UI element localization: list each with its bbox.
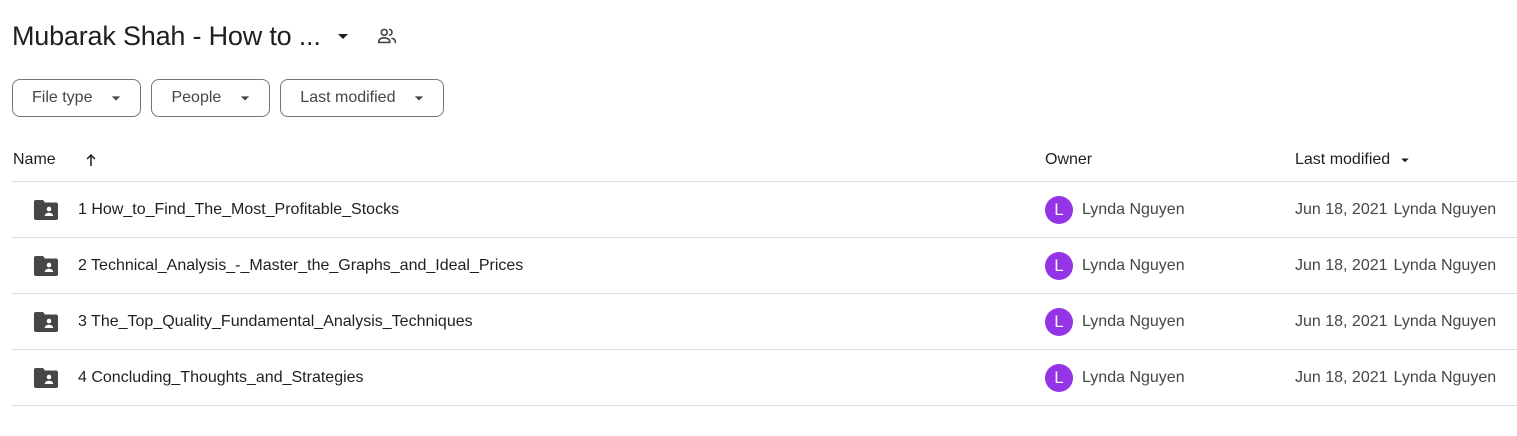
last-modified-cell: Jun 18, 2021 Lynda Nguyen (1295, 350, 1496, 405)
shared-folder-icon (34, 368, 58, 388)
owner-cell: L Lynda Nguyen (1045, 294, 1185, 349)
arrow-drop-down-icon (235, 88, 255, 108)
shared-folder-icon (34, 200, 58, 220)
avatar: L (1045, 307, 1073, 336)
chip-label: People (171, 89, 222, 106)
owner-cell: L Lynda Nguyen (1045, 238, 1185, 293)
last-modified-filter-chip[interactable]: Last modified (280, 79, 445, 117)
owner-column-header[interactable]: Owner (1045, 138, 1092, 181)
name-column-header[interactable]: Name (13, 138, 56, 181)
modified-by: Lynda Nguyen (1393, 368, 1497, 386)
shared-folder-icon (34, 256, 58, 276)
filter-chips: File type People Last modified (12, 79, 445, 117)
file-name: 4 Concluding_Thoughts_and_Strategies (78, 368, 364, 386)
table-row[interactable]: 1 How_to_Find_The_Most_Profitable_Stocks… (12, 182, 1517, 238)
arrow-drop-down-icon (106, 88, 126, 108)
modified-date: Jun 18, 2021 (1295, 312, 1388, 330)
owner-name: Lynda Nguyen (1082, 200, 1185, 218)
owner-cell: L Lynda Nguyen (1045, 182, 1185, 237)
people-filter-chip[interactable]: People (151, 79, 271, 117)
arrow-drop-down-icon (1396, 151, 1414, 169)
shared-folder-icon (34, 312, 58, 332)
modified-by: Lynda Nguyen (1393, 256, 1497, 274)
avatar: L (1045, 251, 1073, 280)
file-name: 1 How_to_Find_The_Most_Profitable_Stocks (78, 200, 400, 218)
file-list-header: Name Owner Last modified (12, 138, 1517, 182)
avatar: L (1045, 195, 1073, 224)
modified-by: Lynda Nguyen (1393, 200, 1497, 218)
file-type-filter-chip[interactable]: File type (12, 79, 142, 117)
owner-cell: L Lynda Nguyen (1045, 350, 1185, 405)
modified-by: Lynda Nguyen (1393, 312, 1497, 330)
owner-name: Lynda Nguyen (1082, 312, 1185, 330)
table-row[interactable]: 4 Concluding_Thoughts_and_Strategies L L… (12, 350, 1517, 406)
table-row[interactable]: 3 The_Top_Quality_Fundamental_Analysis_T… (12, 294, 1517, 350)
modified-date: Jun 18, 2021 (1295, 368, 1388, 386)
owner-name: Lynda Nguyen (1082, 368, 1185, 386)
file-name: 3 The_Top_Quality_Fundamental_Analysis_T… (78, 312, 473, 330)
people-outline-icon[interactable] (373, 22, 401, 50)
arrow-drop-down-icon[interactable] (331, 24, 355, 48)
last-modified-cell: Jun 18, 2021 Lynda Nguyen (1295, 182, 1496, 237)
owner-name: Lynda Nguyen (1082, 256, 1185, 274)
last-modified-header-label: Last modified (1295, 150, 1391, 168)
last-modified-column-header[interactable]: Last modified (1295, 138, 1414, 181)
arrow-up-icon[interactable] (82, 138, 100, 181)
file-name: 2 Technical_Analysis_-_Master_the_Graphs… (78, 256, 524, 274)
last-modified-cell: Jun 18, 2021 Lynda Nguyen (1295, 238, 1496, 293)
modified-date: Jun 18, 2021 (1295, 256, 1388, 274)
arrow-drop-down-icon (409, 88, 429, 108)
last-modified-cell: Jun 18, 2021 Lynda Nguyen (1295, 294, 1496, 349)
chip-label: Last modified (300, 89, 396, 106)
folder-header: Mubarak Shah - How to ... (12, 16, 401, 56)
table-row[interactable]: 2 Technical_Analysis_-_Master_the_Graphs… (12, 238, 1517, 294)
file-list: Name Owner Last modified 1 How_to_Find_T… (12, 138, 1517, 406)
chip-label: File type (32, 89, 93, 106)
folder-title[interactable]: Mubarak Shah - How to ... (12, 16, 321, 56)
drive-folder-view: Mubarak Shah - How to ... File type Peop… (0, 0, 1517, 436)
avatar: L (1045, 363, 1073, 392)
modified-date: Jun 18, 2021 (1295, 200, 1388, 218)
